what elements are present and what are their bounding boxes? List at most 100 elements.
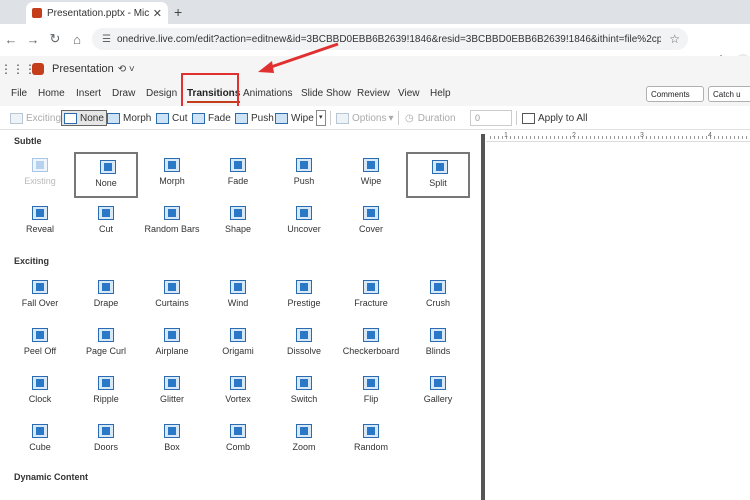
wipe-icon: [363, 158, 379, 172]
gallery-scrollbar[interactable]: [481, 134, 485, 500]
transition-flip[interactable]: Flip: [339, 370, 403, 416]
transition-fade[interactable]: Fade: [206, 152, 270, 198]
toolbar-cut-label: Cut: [172, 112, 188, 124]
transition-airplane[interactable]: Airplane: [140, 322, 204, 368]
url-bar[interactable]: ☰ onedrive.live.com/edit?action=editnew&…: [92, 28, 688, 50]
ruler-tick: [678, 136, 679, 139]
catch-up-button[interactable]: Catch u: [708, 86, 750, 102]
transition-fracture[interactable]: Fracture: [339, 274, 403, 320]
tab-help[interactable]: Help: [430, 88, 451, 99]
transition-fall-over[interactable]: Fall Over: [8, 274, 72, 320]
tab-draw[interactable]: Draw: [112, 88, 135, 99]
toolbar-cut[interactable]: Cut: [156, 110, 188, 126]
transition-cover[interactable]: Cover: [339, 200, 403, 246]
transition-blinds[interactable]: Blinds: [406, 322, 470, 368]
transition-none[interactable]: None: [74, 152, 138, 198]
transition-existing[interactable]: Existing: [8, 152, 72, 198]
transition-switch[interactable]: Switch: [272, 370, 336, 416]
uncover-glyph: [300, 209, 308, 217]
transition-clock[interactable]: Clock: [8, 370, 72, 416]
transition-zoom[interactable]: Zoom: [272, 418, 336, 464]
glitter-icon: [164, 376, 180, 390]
random-bars-icon: [164, 206, 180, 220]
tab-insert[interactable]: Insert: [76, 88, 101, 99]
transition-gallery[interactable]: Gallery: [406, 370, 470, 416]
tab-file[interactable]: File: [11, 88, 27, 99]
tab-animations[interactable]: Animations: [243, 88, 292, 99]
transition-cube[interactable]: Cube: [8, 418, 72, 464]
transition-random-bars[interactable]: Random Bars: [140, 200, 204, 246]
transition-crush[interactable]: Crush: [406, 274, 470, 320]
fade-icon: [230, 158, 246, 172]
transition-prestige[interactable]: Prestige: [272, 274, 336, 320]
toolbar-existing[interactable]: Exciting: [10, 110, 61, 126]
reload-icon[interactable]: ↻: [44, 31, 66, 47]
transition-random[interactable]: Random: [339, 418, 403, 464]
site-info-icon[interactable]: ☰: [102, 34, 111, 45]
transition-uncover[interactable]: Uncover: [272, 200, 336, 246]
browser-tab[interactable]: Presentation.pptx - Microsoft P ✕: [26, 2, 168, 24]
tab-view[interactable]: View: [398, 88, 420, 99]
transition-morph[interactable]: Morph: [140, 152, 204, 198]
transition-wipe[interactable]: Wipe: [339, 152, 403, 198]
transition-dissolve[interactable]: Dissolve: [272, 322, 336, 368]
tab-home[interactable]: Home: [38, 88, 65, 99]
back-icon[interactable]: ←: [0, 32, 22, 47]
ruler-tick: [566, 136, 567, 139]
transition-ripple[interactable]: Ripple: [74, 370, 138, 416]
ruler-tick: [650, 136, 651, 139]
transition-page-curl[interactable]: Page Curl: [74, 322, 138, 368]
transition-origami[interactable]: Origami: [206, 322, 270, 368]
tab-design[interactable]: Design: [146, 88, 177, 99]
ruler-tick: [666, 136, 667, 139]
home-icon[interactable]: ⌂: [66, 32, 88, 47]
slide-canvas[interactable]: [486, 130, 750, 500]
transition-label: Origami: [222, 346, 254, 356]
gallery-dropdown-icon[interactable]: ▾: [315, 110, 326, 126]
forward-icon[interactable]: →: [22, 32, 44, 47]
toolbar-none[interactable]: None: [61, 110, 107, 126]
ruler-tick: [570, 136, 571, 139]
transition-push[interactable]: Push: [272, 152, 336, 198]
random-icon: [363, 424, 379, 438]
options-icon: [336, 112, 349, 124]
transition-shape[interactable]: Shape: [206, 200, 270, 246]
transition-cut[interactable]: Cut: [74, 200, 138, 246]
transition-wind[interactable]: Wind: [206, 274, 270, 320]
toolbar-fade[interactable]: Fade: [192, 110, 231, 126]
app-launcher-icon[interactable]: ⋮⋮⋮: [0, 62, 36, 76]
transition-vortex[interactable]: Vortex: [206, 370, 270, 416]
new-tab-button[interactable]: +: [174, 4, 182, 20]
tab-review[interactable]: Review: [357, 88, 390, 99]
transition-reveal[interactable]: Reveal: [8, 200, 72, 246]
tab-close-icon[interactable]: ✕: [153, 7, 162, 20]
transition-label: Clock: [28, 394, 52, 404]
save-status-icon[interactable]: ⟲ ˅: [118, 64, 135, 75]
airplane-glyph: [168, 331, 176, 339]
transition-split[interactable]: Split: [406, 152, 470, 198]
transition-curtains[interactable]: Curtains: [140, 274, 204, 320]
section-title-subtle: Subtle: [14, 136, 42, 146]
transition-drape[interactable]: Drape: [74, 274, 138, 320]
powerpoint-icon: [32, 8, 42, 18]
ruler-tick: [526, 136, 527, 139]
options-button[interactable]: Options ▾: [336, 110, 394, 126]
transition-peel-off[interactable]: Peel Off: [8, 322, 72, 368]
transition-glitter[interactable]: Glitter: [140, 370, 204, 416]
toolbar-morph[interactable]: Morph: [107, 110, 151, 126]
transitions-highlight-box: [181, 73, 239, 110]
tab-slide-show[interactable]: Slide Show: [301, 88, 351, 99]
zoom-icon: [296, 424, 312, 438]
transition-comb[interactable]: Comb: [206, 418, 270, 464]
toolbar-push[interactable]: Push: [235, 110, 274, 126]
glitter-glyph: [168, 379, 176, 387]
bookmark-star-icon[interactable]: ☆: [669, 32, 680, 46]
transition-box[interactable]: Box: [140, 418, 204, 464]
apply-to-all-button[interactable]: Apply to All: [522, 110, 587, 126]
comments-button[interactable]: Comments: [646, 86, 704, 102]
toolbar-wipe[interactable]: Wipe ▾: [275, 110, 326, 126]
duration-input[interactable]: 0: [470, 110, 512, 126]
transition-doors[interactable]: Doors: [74, 418, 138, 464]
document-title[interactable]: Presentation: [52, 63, 114, 75]
transition-checkerboard[interactable]: Checkerboard: [339, 322, 403, 368]
